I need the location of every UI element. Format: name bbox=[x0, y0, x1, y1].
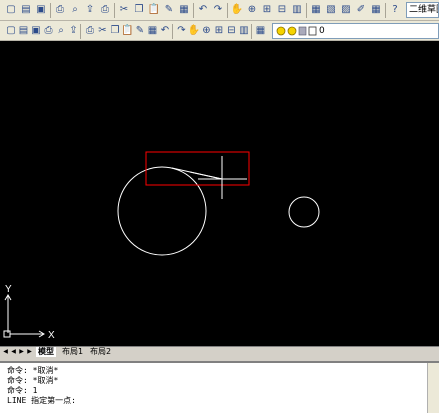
tangent-line-lower[interactable] bbox=[189, 171, 223, 180]
toolbar-separator bbox=[171, 24, 173, 39]
drawing-canvas[interactable]: Y X bbox=[0, 41, 439, 346]
toolbar-separator bbox=[306, 3, 307, 18]
toolbar-separator bbox=[250, 24, 252, 39]
selection-window bbox=[145, 151, 250, 186]
draw-toolbar: ▢ ▤ ▣ ⎙ ⌕ ⇪ ⎙ ✂ ❐ 📋 ✎ ▦ ↶ ↷ ✋ ⊕ ⊞ ⊟ ▥ ▦ 0 bbox=[0, 21, 439, 41]
next-tab-icon[interactable]: ▶ bbox=[18, 348, 25, 356]
mtext-icon[interactable]: ▥ bbox=[237, 24, 251, 38]
layer-dropdown[interactable]: 0 bbox=[272, 23, 439, 39]
copy-icon[interactable]: ❐ bbox=[132, 3, 146, 17]
toolbar-separator bbox=[50, 3, 51, 18]
command-history-line: 命令: *取消* bbox=[7, 376, 59, 385]
open-icon[interactable]: ▤ bbox=[19, 3, 33, 17]
toolbar-separator bbox=[80, 24, 81, 39]
standard-toolbar: ▢▤▣⎙⌕⇪⎙✂❐📋✎▦↶↷✋⊕⊞⊟▥▦▧▨✐▦? 二维草图 bbox=[0, 0, 439, 21]
sheet-set-icon[interactable]: ▨ bbox=[339, 3, 353, 17]
redo-icon[interactable]: ↷ bbox=[211, 3, 225, 17]
undo-icon[interactable]: ↶ bbox=[196, 3, 210, 17]
command-prompt[interactable]: LINE 指定第一点: bbox=[7, 396, 76, 405]
command-scrollbar[interactable] bbox=[427, 363, 439, 413]
tool-palettes-icon[interactable]: ▧ bbox=[324, 3, 338, 17]
block-editor-icon[interactable]: ▦ bbox=[177, 3, 191, 17]
ucs-y-label: Y bbox=[5, 284, 12, 295]
ucs-icon bbox=[3, 294, 45, 338]
tab-layout1[interactable]: 布局1 bbox=[60, 347, 85, 357]
zoom-realtime-icon[interactable]: ⊕ bbox=[245, 3, 259, 17]
plot-preview-icon[interactable]: ⌕ bbox=[68, 3, 82, 17]
help-icon[interactable]: ? bbox=[388, 3, 402, 17]
design-center-icon[interactable]: ▦ bbox=[309, 3, 323, 17]
layout-tab-bar: ◀ ◀ ▶ ▶ 模型 布局1 布局2 bbox=[0, 346, 439, 357]
new-icon[interactable]: ▢ bbox=[4, 3, 18, 17]
workspace-dropdown[interactable]: 二维草图 bbox=[406, 2, 439, 18]
last-tab-icon[interactable]: ▶ bbox=[26, 348, 33, 356]
model-space: Y X bbox=[3, 151, 320, 341]
command-history-line: 命令: *取消* bbox=[7, 366, 59, 375]
toolbar-separator bbox=[227, 3, 228, 18]
small-circle[interactable] bbox=[288, 196, 320, 228]
toolbar-separator bbox=[114, 3, 115, 18]
make-block-icon[interactable]: ↶ bbox=[158, 24, 172, 38]
print-icon[interactable]: ⎙ bbox=[53, 3, 67, 17]
zoom-previous-icon[interactable]: ⊟ bbox=[275, 3, 289, 17]
calculator-icon[interactable]: ▦ bbox=[369, 3, 383, 17]
arc-icon[interactable]: ⇪ bbox=[67, 24, 81, 38]
ucs-x-label: X bbox=[48, 330, 55, 341]
large-circle[interactable] bbox=[117, 166, 207, 256]
markup-icon[interactable]: ✐ bbox=[354, 3, 368, 17]
layer-manager-icon[interactable]: ▦ bbox=[254, 24, 268, 38]
properties-icon[interactable]: ▥ bbox=[290, 3, 304, 17]
match-properties-icon[interactable]: ✎ bbox=[162, 3, 176, 17]
paste-icon[interactable]: 📋 bbox=[147, 3, 161, 17]
zoom-window-icon[interactable]: ⊞ bbox=[260, 3, 274, 17]
publish-icon[interactable]: ⇪ bbox=[83, 3, 97, 17]
cut-icon[interactable]: ✂ bbox=[117, 3, 131, 17]
toolbar-separator bbox=[193, 3, 194, 18]
layer-name: 0 bbox=[319, 26, 325, 36]
tab-layout2[interactable]: 布局2 bbox=[88, 347, 113, 357]
plot-icon[interactable]: ⎙ bbox=[98, 3, 112, 17]
layer-state-icons bbox=[276, 26, 317, 36]
pan-icon[interactable]: ✋ bbox=[230, 3, 244, 17]
first-tab-icon[interactable]: ◀ bbox=[2, 348, 9, 356]
command-history-line: 命令: 1 bbox=[7, 386, 38, 395]
prev-tab-icon[interactable]: ◀ bbox=[10, 348, 17, 356]
tab-model[interactable]: 模型 bbox=[36, 347, 56, 357]
toolbar-separator bbox=[385, 3, 386, 18]
save-icon[interactable]: ▣ bbox=[34, 3, 48, 17]
crosshair-cursor bbox=[198, 156, 247, 199]
command-window[interactable]: 命令: *取消* 命令: *取消* 命令: 1 LINE 指定第一点: bbox=[0, 361, 439, 413]
